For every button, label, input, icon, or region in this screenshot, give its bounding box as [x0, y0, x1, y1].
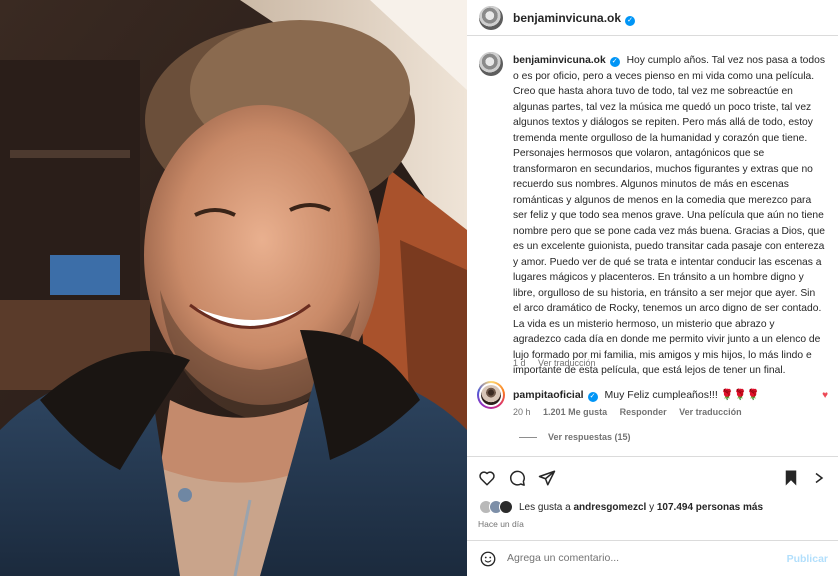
comment-composer: Publicar: [467, 540, 838, 576]
verified-icon: ✓: [625, 16, 636, 26]
publish-button[interactable]: Publicar: [787, 553, 828, 565]
comment-likes[interactable]: 1.201 Me gusta: [543, 407, 607, 417]
liker-avatar[interactable]: [499, 500, 513, 514]
caption-age: 1 d: [513, 358, 526, 368]
author-avatar[interactable]: [479, 6, 503, 30]
comment: pampitaoficial ✓ Muy Feliz cumpleaños!!! …: [513, 388, 813, 402]
caption-meta: 1 d Ver traducción: [513, 358, 606, 368]
post-header: benjaminvicuna.ok ✓: [467, 0, 838, 36]
caption-see-translation[interactable]: Ver traducción: [538, 358, 596, 368]
comment-like-heart-icon[interactable]: ♥: [822, 390, 828, 401]
comment-meta: 20 h 1.201 Me gusta Responder Ver traduc…: [513, 407, 752, 417]
post-side-panel: benjaminvicuna.ok ✓ benjaminvicuna.ok ✓ Ho…: [467, 0, 838, 576]
comment-input[interactable]: [507, 552, 767, 564]
view-replies-button[interactable]: Ver respuestas (15): [548, 432, 631, 442]
commenter-avatar[interactable]: [477, 381, 505, 409]
commenter-username[interactable]: pampitaoficial: [513, 389, 584, 401]
post-photo-image: [0, 0, 467, 576]
bookmark-icon[interactable]: [783, 469, 799, 487]
verified-icon: ✓: [587, 392, 598, 402]
caption-author-username[interactable]: benjaminvicuna.ok ✓: [513, 55, 620, 67]
verified-icon: ✓: [609, 57, 620, 67]
comment-reply-button[interactable]: Responder: [620, 407, 667, 417]
post-time: Hace un día: [478, 519, 524, 529]
emoji-icon[interactable]: [479, 550, 497, 568]
comment-see-translation[interactable]: Ver traducción: [679, 407, 742, 417]
likes-count[interactable]: 107.494 personas más: [657, 502, 763, 513]
replies-divider: [519, 437, 537, 438]
post-caption: benjaminvicuna.ok ✓ Hoy cumplo años. Tal …: [513, 53, 825, 379]
comment-age: 20 h: [513, 407, 531, 417]
heart-icon[interactable]: [478, 469, 496, 487]
share-icon[interactable]: [538, 469, 556, 487]
more-icon[interactable]: [811, 469, 827, 487]
author-username[interactable]: benjaminvicuna.ok ✓: [513, 11, 636, 26]
liker-username[interactable]: andresgomezcl: [573, 502, 646, 513]
caption-text: Hoy cumplo años. Tal vez nos pasa a todo…: [513, 55, 826, 376]
post-photo[interactable]: [0, 0, 467, 576]
comment-icon[interactable]: [508, 469, 526, 487]
comment-text: Muy Feliz cumpleaños!!! 🌹🌹🌹: [604, 389, 760, 401]
likes-summary: Les gusta a andresgomezcl y 107.494 pers…: [519, 502, 764, 513]
post-actions: Les gusta a andresgomezcl y 107.494 pers…: [467, 456, 838, 576]
caption-author-avatar[interactable]: [479, 52, 503, 76]
